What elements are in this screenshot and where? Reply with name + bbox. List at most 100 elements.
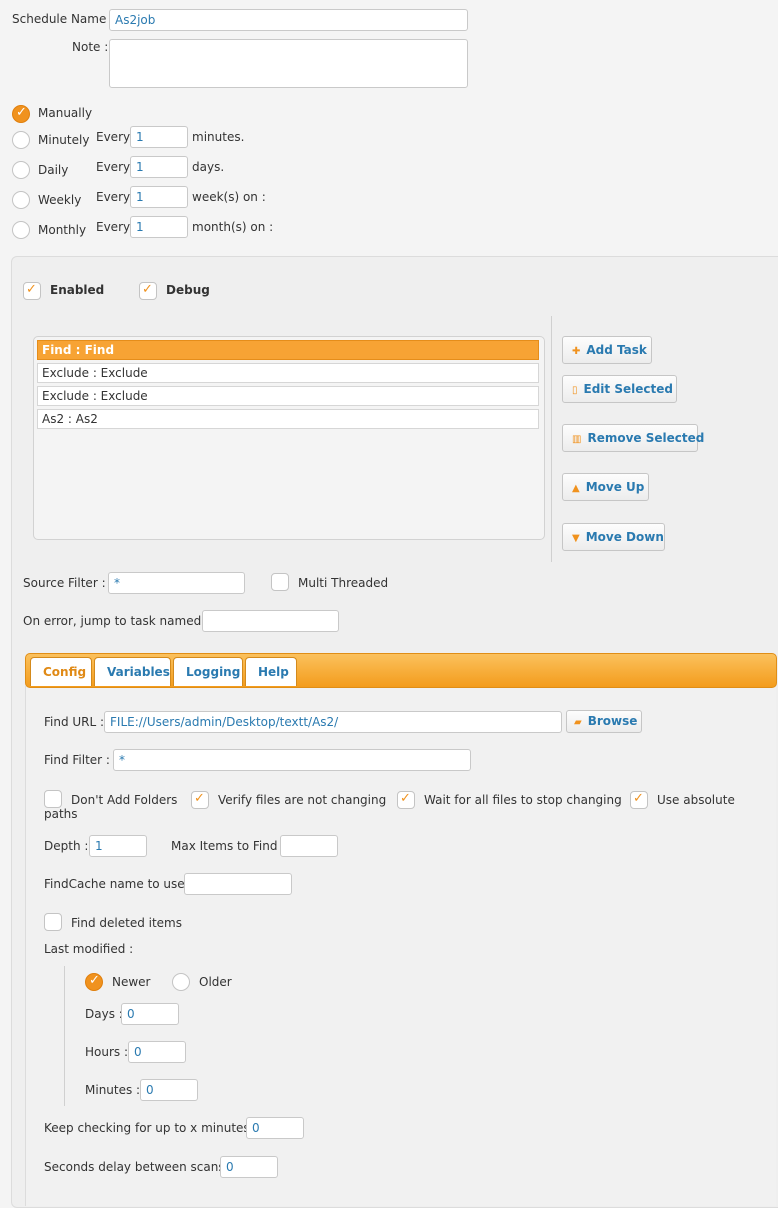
tab-config[interactable]: Config: [30, 657, 92, 686]
find-filter-input[interactable]: *: [113, 749, 471, 771]
dont-add-folders-checkbox[interactable]: [44, 790, 62, 808]
daily-label: Daily: [38, 163, 69, 177]
task-row[interactable]: Exclude : Exclude: [37, 363, 539, 383]
task-row[interactable]: As2 : As2: [37, 409, 539, 429]
check-icon: ✓: [89, 973, 100, 988]
schedule-name-input[interactable]: As2job: [109, 9, 468, 31]
days-label: Days :: [85, 1007, 123, 1021]
edit-selected-label: Edit Selected: [583, 382, 673, 396]
move-down-label: Move Down: [585, 530, 664, 544]
task-row[interactable]: Find : Find: [37, 340, 539, 360]
folder-icon: ▰: [574, 717, 582, 728]
find-deleted-label: Find deleted items: [71, 916, 182, 930]
divider: [64, 966, 65, 1106]
findcache-input[interactable]: [184, 873, 292, 895]
weekly-unit-label: week(s) on :: [192, 190, 266, 204]
max-items-label: Max Items to Find :: [171, 839, 286, 853]
minutely-unit-label: minutes.: [192, 130, 245, 144]
enabled-checkbox[interactable]: ✓: [23, 282, 41, 300]
monthly-input[interactable]: 1: [130, 216, 188, 238]
move-down-button[interactable]: ▼ Move Down: [562, 523, 665, 551]
newer-label: Newer: [112, 975, 151, 989]
debug-checkbox[interactable]: ✓: [139, 282, 157, 300]
verify-files-checkbox[interactable]: ✓: [191, 791, 209, 809]
newer-radio[interactable]: ✓: [85, 973, 103, 991]
remove-selected-button[interactable]: ▥ Remove Selected: [562, 424, 704, 452]
debug-label: Debug: [166, 283, 210, 297]
check-icon: ✓: [16, 105, 27, 120]
manually-radio[interactable]: ✓: [12, 105, 30, 123]
minutely-input[interactable]: 1: [130, 126, 188, 148]
verify-files-label: Verify files are not changing: [218, 793, 387, 807]
on-error-input[interactable]: [202, 610, 339, 632]
check-icon: ✓: [26, 282, 37, 297]
note-label: Note :: [72, 40, 109, 54]
browse-button[interactable]: ▰ Browse: [566, 710, 642, 733]
move-up-label: Move Up: [585, 480, 645, 494]
paths-label: paths: [44, 807, 78, 821]
edit-selected-button[interactable]: ▯ Edit Selected: [562, 375, 677, 403]
plus-icon: ✚: [572, 346, 581, 357]
add-task-button[interactable]: ✚ Add Task: [562, 336, 652, 364]
check-icon: ✓: [194, 791, 205, 806]
seconds-delay-label: Seconds delay between scans :: [44, 1160, 233, 1174]
tab-help[interactable]: Help: [245, 657, 297, 686]
manually-label: Manually: [38, 106, 93, 120]
weekly-label: Weekly: [38, 193, 82, 207]
findcache-label: FindCache name to use :: [44, 877, 193, 891]
note-textarea[interactable]: [109, 39, 468, 88]
monthly-every-label: Every: [96, 220, 131, 234]
find-filter-label: Find Filter :: [44, 753, 110, 767]
minutely-radio[interactable]: [12, 131, 30, 149]
older-label: Older: [199, 975, 232, 989]
keep-checking-input[interactable]: 0: [246, 1117, 304, 1139]
minutes-input[interactable]: 0: [140, 1079, 198, 1101]
check-icon: ✓: [142, 282, 153, 297]
max-items-input[interactable]: [280, 835, 338, 857]
weekly-radio[interactable]: [12, 191, 30, 209]
add-task-label: Add Task: [586, 343, 647, 357]
daily-radio[interactable]: [12, 161, 30, 179]
browse-label: Browse: [587, 714, 638, 728]
older-radio[interactable]: [172, 973, 190, 991]
monthly-unit-label: month(s) on :: [192, 220, 274, 234]
hours-label: Hours :: [85, 1045, 129, 1059]
wait-files-checkbox[interactable]: ✓: [397, 791, 415, 809]
caret-up-icon: ▲: [572, 483, 580, 494]
find-deleted-checkbox[interactable]: [44, 913, 62, 931]
days-input[interactable]: 0: [121, 1003, 179, 1025]
on-error-label: On error, jump to task named :: [23, 614, 210, 628]
last-modified-label: Last modified :: [44, 942, 134, 956]
seconds-delay-input[interactable]: 0: [220, 1156, 278, 1178]
use-absolute-checkbox[interactable]: ✓: [630, 791, 648, 809]
daily-every-label: Every: [96, 160, 131, 174]
caret-down-icon: ▼: [572, 533, 580, 544]
check-icon: ✓: [633, 791, 644, 806]
check-icon: ✓: [400, 791, 411, 806]
enabled-label: Enabled: [50, 283, 105, 297]
schedule-name-label: Schedule Name :: [12, 12, 115, 26]
depth-input[interactable]: 1: [89, 835, 147, 857]
use-absolute-label: Use absolute: [657, 793, 735, 807]
hours-input[interactable]: 0: [128, 1041, 186, 1063]
daily-unit-label: days.: [192, 160, 225, 174]
weekly-every-label: Every: [96, 190, 131, 204]
find-url-input[interactable]: FILE://Users/admin/Desktop/textt/As2/: [104, 711, 562, 733]
weekly-input[interactable]: 1: [130, 186, 188, 208]
multi-threaded-checkbox[interactable]: [271, 573, 289, 591]
daily-input[interactable]: 1: [130, 156, 188, 178]
monthly-radio[interactable]: [12, 221, 30, 239]
multi-threaded-label: Multi Threaded: [298, 576, 389, 590]
dont-add-folders-label: Don't Add Folders: [71, 793, 178, 807]
source-filter-input[interactable]: *: [108, 572, 245, 594]
minutes-label: Minutes :: [85, 1083, 141, 1097]
minutely-label: Minutely: [38, 133, 90, 147]
trash-icon: ▥: [572, 434, 582, 445]
minutely-every-label: Every: [96, 130, 131, 144]
tab-logging[interactable]: Logging: [173, 657, 243, 686]
source-filter-label: Source Filter :: [23, 576, 106, 590]
tab-variables[interactable]: Variables: [94, 657, 171, 686]
move-up-button[interactable]: ▲ Move Up: [562, 473, 649, 501]
find-url-label: Find URL :: [44, 715, 105, 729]
task-row[interactable]: Exclude : Exclude: [37, 386, 539, 406]
